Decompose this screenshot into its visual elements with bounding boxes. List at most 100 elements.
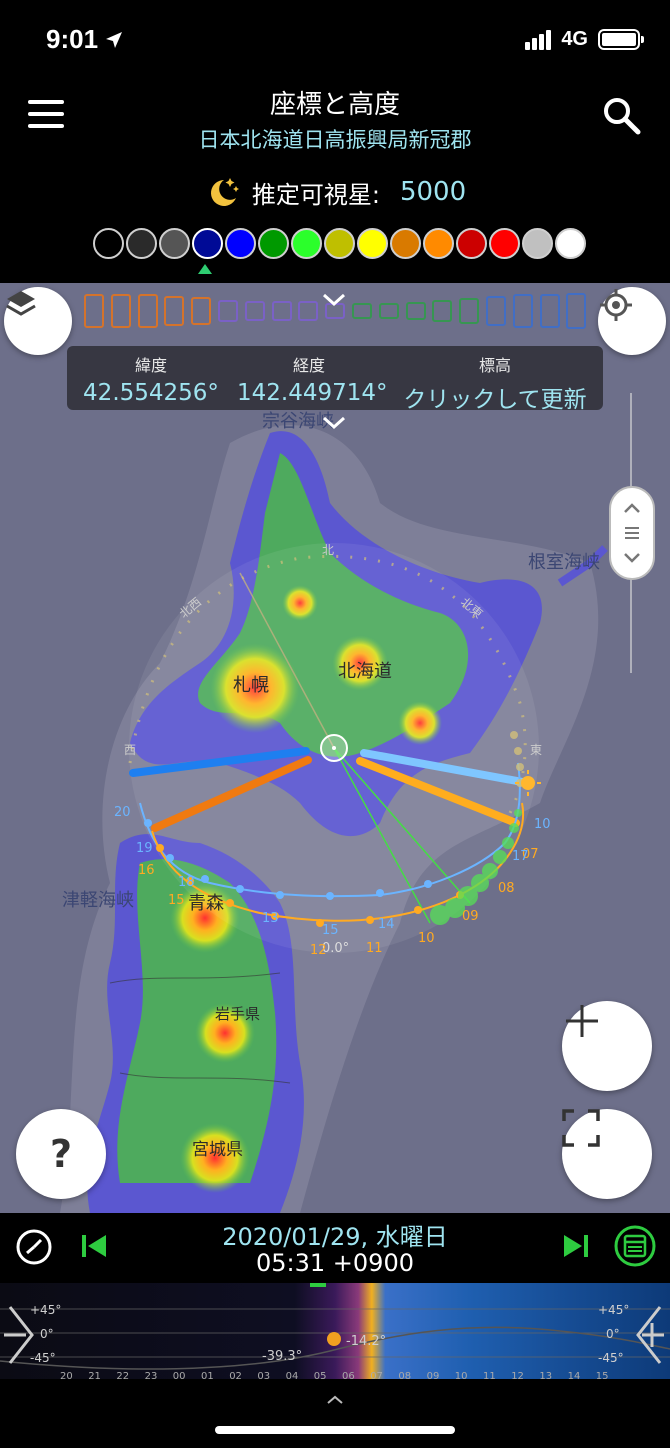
timeline-hour-tick: 04 xyxy=(285,1371,299,1382)
timeline-scrubber[interactable]: +45° 0° -45° +45° 0° -45° -39.3° -14.2° … xyxy=(0,1281,670,1391)
slider-handle-icon xyxy=(624,503,640,563)
timeline-alt-label: 0° xyxy=(40,1327,54,1341)
color-swatch[interactable] xyxy=(192,228,223,259)
timeline-hour-tick: 23 xyxy=(144,1371,158,1382)
fullscreen-button[interactable] xyxy=(562,1109,652,1199)
status-bar: 9:01 4G xyxy=(0,0,670,80)
elevation-update-button[interactable]: クリックして更新 xyxy=(397,380,593,414)
hour-label: 19 xyxy=(136,841,153,856)
hour-label: 15 xyxy=(322,923,339,938)
timeline-hour-tick: 09 xyxy=(426,1371,440,1382)
timeline-hour-tick: 01 xyxy=(201,1371,214,1382)
moon-altitude-readout: -39.3° xyxy=(262,1349,303,1364)
timeline-hour-tick: 14 xyxy=(567,1371,581,1382)
color-swatch[interactable] xyxy=(324,228,355,259)
status-time: 9:01 xyxy=(46,24,99,54)
zoom-slider-handle[interactable] xyxy=(609,486,655,580)
battery-icon xyxy=(598,29,644,50)
skip-forward-icon[interactable] xyxy=(562,1233,590,1259)
color-swatch[interactable] xyxy=(126,228,157,259)
color-swatch[interactable] xyxy=(93,228,124,259)
hour-label: 12 xyxy=(310,943,327,958)
timeline-alt-label: 0° xyxy=(606,1327,620,1341)
timeline-hour-tick: 20 xyxy=(60,1371,73,1382)
fullscreen-icon xyxy=(562,1109,600,1147)
timeline-hour-tick: 07 xyxy=(370,1371,383,1382)
hour-label: 08 xyxy=(498,881,515,896)
layers-button[interactable] xyxy=(4,287,72,355)
timeline-hour-tick: 21 xyxy=(88,1371,101,1382)
hour-label: 16 xyxy=(138,863,155,878)
timeline-left-arrow-icon[interactable] xyxy=(2,1303,36,1367)
timeline-hour-tick: 05 xyxy=(313,1371,327,1382)
hour-bar xyxy=(352,303,372,319)
hour-bar xyxy=(191,297,212,325)
visible-stars-value: 5000 xyxy=(399,177,467,207)
color-swatch[interactable] xyxy=(423,228,454,259)
calendar-icon[interactable] xyxy=(614,1225,656,1267)
time-panel: 2020/01/29, 水曜日 05:31 +0900 +45° 0° -45°… xyxy=(0,1213,670,1448)
hour-bar xyxy=(84,294,104,328)
longitude-value: 142.449714° xyxy=(237,380,388,406)
timeline-hour-tick: 22 xyxy=(116,1371,130,1382)
direction-north-label: 北 xyxy=(322,543,335,557)
coordinates-panel: 緯度 42.554256° 経度 142.449714° 標高 クリックして更新 xyxy=(67,346,603,413)
color-swatch[interactable] xyxy=(456,228,487,259)
timeline-hour-tick: 03 xyxy=(257,1371,271,1382)
hour-bar xyxy=(566,293,587,329)
direction-east-label: 東 xyxy=(530,743,543,757)
layers-icon xyxy=(6,291,36,316)
color-swatch[interactable] xyxy=(522,228,553,259)
color-swatch[interactable] xyxy=(258,228,289,259)
timeline-right-arrow-icon[interactable] xyxy=(634,1303,668,1367)
latitude-value: 42.554256° xyxy=(83,380,219,406)
color-swatch[interactable] xyxy=(225,228,256,259)
chevron-up-icon[interactable] xyxy=(326,1395,344,1405)
chevron-down-icon[interactable] xyxy=(322,293,346,307)
color-swatch[interactable] xyxy=(390,228,421,259)
color-swatch[interactable] xyxy=(159,228,190,259)
timeline-hour-tick: 11 xyxy=(483,1371,496,1382)
hour-bar xyxy=(432,300,453,322)
hour-label: 17 xyxy=(512,849,529,864)
hour-label: 18 xyxy=(178,875,195,890)
hour-label: 14 xyxy=(378,917,395,932)
location-arrow-icon xyxy=(106,32,122,48)
timeline-alt-label: +45° xyxy=(598,1303,630,1317)
timeline-hour-tick: 00 xyxy=(172,1371,186,1382)
hour-label: 09 xyxy=(462,909,479,924)
timeline-hour-tick: 06 xyxy=(342,1371,355,1382)
map-label-tsugaru-strait: 津軽海峡 xyxy=(62,890,134,911)
hour-label: 13 xyxy=(262,911,279,926)
timeline-hour-tick: 13 xyxy=(539,1371,553,1382)
hour-bar xyxy=(137,294,158,328)
light-pollution-legend xyxy=(93,228,586,259)
hour-bar xyxy=(459,298,480,324)
zoom-in-button[interactable] xyxy=(562,1001,652,1091)
longitude-label: 経度 xyxy=(292,356,325,375)
map-label-iwate: 岩手県 xyxy=(215,1005,261,1023)
search-icon[interactable] xyxy=(600,94,644,138)
map-view[interactable]: 宗谷海峡 根室海峡 北海道 札幌 津軽海峡 青森 岩手県 宮城県 北 北西 北東… xyxy=(0,283,670,1213)
locate-button[interactable] xyxy=(598,287,666,355)
hour-label: 10 xyxy=(534,817,551,832)
direction-west-label: 西 xyxy=(124,743,137,757)
color-swatch[interactable] xyxy=(291,228,322,259)
hour-bar xyxy=(271,301,292,321)
hour-bar xyxy=(405,302,426,320)
hour-bar xyxy=(486,296,506,326)
crosshair-icon xyxy=(600,289,632,321)
color-swatch[interactable] xyxy=(357,228,388,259)
color-swatch[interactable] xyxy=(489,228,520,259)
timeline-hour-tick: 08 xyxy=(398,1371,412,1382)
elevation-label: 標高 xyxy=(478,356,511,375)
hour-bar xyxy=(512,294,533,328)
help-button[interactable]: ? xyxy=(16,1109,106,1199)
visible-stars-row: 推定可視星: 5000 xyxy=(0,174,670,210)
plus-icon xyxy=(566,1005,598,1037)
chevron-down-icon[interactable] xyxy=(322,416,346,430)
color-swatch[interactable] xyxy=(555,228,586,259)
network-label: 4G xyxy=(561,28,588,50)
page-title: 座標と高度 xyxy=(269,90,400,120)
hour-bar xyxy=(298,301,319,321)
